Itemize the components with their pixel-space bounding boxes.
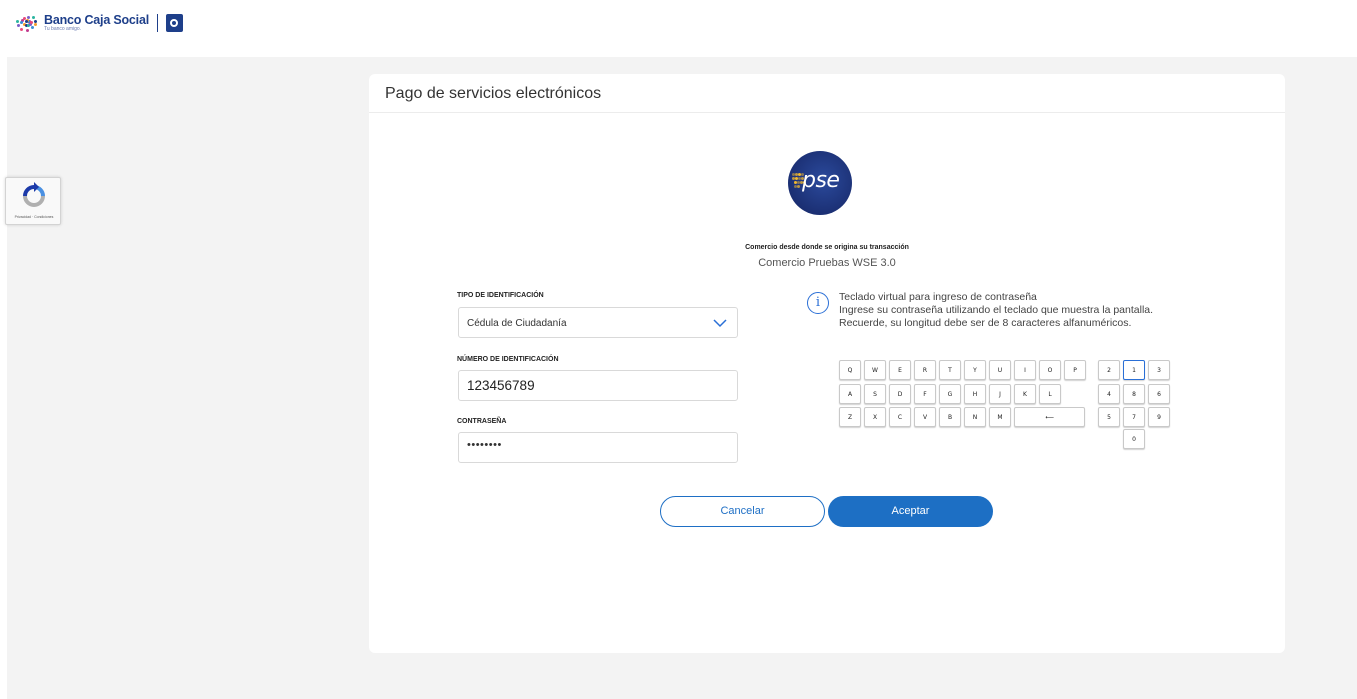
keyboard-key[interactable]: A [839,384,861,404]
keyboard-key[interactable]: W [864,360,886,380]
keyboard-key[interactable]: L [1039,384,1061,404]
accept-button[interactable]: Aceptar [828,496,993,527]
keyboard-key[interactable]: Q [839,360,861,380]
keyboard-key[interactable]: U [989,360,1011,380]
partner-badge-icon [165,14,183,32]
chevron-down-icon [713,319,727,328]
info-icon: i [807,292,829,314]
keyboard-key[interactable]: J [989,384,1011,404]
title-divider [369,112,1285,113]
keyboard-key[interactable]: 4 [1098,384,1120,404]
keyboard-key[interactable]: I [1014,360,1036,380]
keyboard-key[interactable]: 1 [1123,360,1145,380]
id-type-value: Cédula de Ciudadanía [467,318,567,329]
keyboard-key[interactable]: 8 [1123,384,1145,404]
bank-logo[interactable]: Banco Caja Social Tu banco amigo. [14,12,183,34]
recaptcha-badge[interactable]: Privacidad · Condiciones [5,177,61,225]
password-value: •••••••• [467,439,502,451]
keyboard-key[interactable]: S [864,384,886,404]
keyboard-key[interactable]: E [889,360,911,380]
keyboard-key[interactable]: G [939,384,961,404]
keyboard-key[interactable]: 3 [1148,360,1170,380]
header: Banco Caja Social Tu banco amigo. [0,0,1357,56]
keyboard-key[interactable]: V [914,407,936,427]
recaptcha-icon [23,182,45,207]
id-number-value: 123456789 [467,378,535,393]
keyboard-key[interactable]: 9 [1148,407,1170,427]
recaptcha-links: Privacidad · Condiciones [14,215,54,219]
keyboard-key[interactable]: O [1039,360,1061,380]
logo-separator [156,14,158,32]
pse-logo-icon: pse [788,151,852,215]
id-number-label: NÚMERO DE IDENTIFICACIÓN [457,356,559,363]
keyboard-key[interactable]: Z [839,407,861,427]
bank-logo-text: Banco Caja Social Tu banco amigo. [44,14,149,33]
info-line-2: Ingrese su contraseña utilizando el tecl… [839,304,1154,316]
keyboard-key[interactable]: P [1064,360,1086,380]
bank-logo-mark-icon [14,12,40,34]
page-title: Pago de servicios electrónicos [385,85,602,102]
password-label: CONTRASEÑA [457,418,507,425]
keyboard-key[interactable]: D [889,384,911,404]
keyboard-key[interactable]: 5 [1098,407,1120,427]
keyboard-key[interactable]: X [864,407,886,427]
bank-name: Banco Caja Social [44,12,149,27]
cancel-button[interactable]: Cancelar [660,496,825,527]
origin-label: Comercio desde donde se origina su trans… [745,244,909,251]
origin-value: Comercio Pruebas WSE 3.0 [758,257,896,269]
keyboard-key[interactable]: H [964,384,986,404]
keyboard-key[interactable]: Y [964,360,986,380]
bank-tagline: Tu banco amigo. [44,26,82,33]
keyboard-key[interactable]: C [889,407,911,427]
id-type-label: TIPO DE IDENTIFICACIÓN [457,292,544,299]
keyboard-key[interactable]: K [1014,384,1036,404]
keyboard-key[interactable]: F [914,384,936,404]
pse-logo-text: pse [802,168,840,193]
keyboard-key[interactable]: 7 [1123,407,1145,427]
keyboard-key[interactable]: M [989,407,1011,427]
keyboard-key[interactable]: 6 [1148,384,1170,404]
id-number-input[interactable]: 123456789 [458,370,738,401]
keyboard-instructions: Teclado virtual para ingreso de contrase… [839,291,1153,330]
keyboard-key[interactable]: N [964,407,986,427]
keyboard-key[interactable]: ⟵ [1014,407,1085,427]
id-type-select[interactable]: Cédula de Ciudadanía [458,307,738,338]
keyboard-key[interactable]: T [939,360,961,380]
keyboard-key[interactable]: 0 [1123,429,1145,449]
info-line-3: Recuerde, su longitud debe ser de 8 cara… [839,317,1132,329]
keyboard-key[interactable]: R [914,360,936,380]
keyboard-key[interactable]: B [939,407,961,427]
password-input[interactable]: •••••••• [458,432,738,463]
payment-card: Pago de servicios electrónicos pse Comer… [369,74,1285,653]
info-line-1: Teclado virtual para ingreso de contrase… [839,291,1037,303]
keyboard-key[interactable]: 2 [1098,360,1120,380]
